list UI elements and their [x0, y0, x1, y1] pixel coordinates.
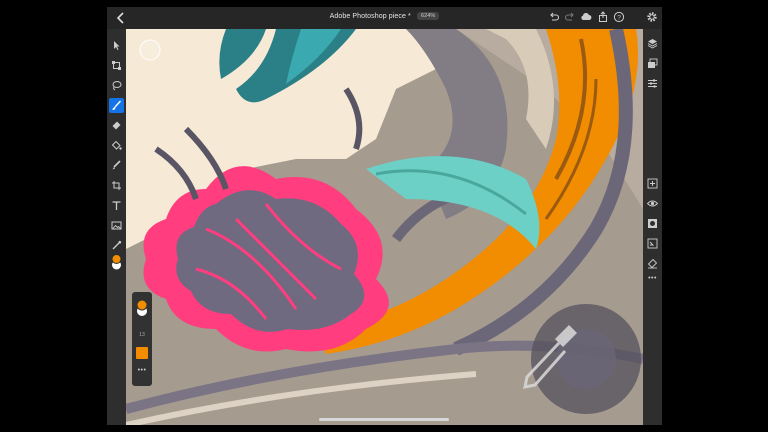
crop-tool[interactable] — [109, 178, 124, 193]
brush-more-icon[interactable]: ••• — [132, 367, 152, 374]
brush-color-pair[interactable] — [135, 298, 149, 318]
image-icon — [111, 221, 122, 230]
help-icon[interactable]: ? — [613, 11, 625, 23]
app-window: Adobe Photoshop piece * 624% ? 13 ••• ••… — [107, 7, 662, 425]
settings-gear-icon[interactable] — [646, 11, 658, 23]
right-toolbar: ••• — [643, 29, 662, 425]
top-bar: Adobe Photoshop piece * 624% ? — [107, 7, 662, 29]
crop-icon — [112, 181, 121, 190]
image-tool[interactable] — [109, 218, 124, 233]
visibility-icon[interactable] — [647, 198, 658, 209]
lasso-tool[interactable] — [109, 78, 124, 93]
eraser-icon — [112, 121, 121, 130]
redo-icon[interactable] — [564, 11, 576, 23]
brush-color-swatch[interactable] — [136, 347, 148, 359]
type-tool[interactable] — [109, 198, 124, 213]
svg-text:?: ? — [617, 14, 621, 21]
move-tool[interactable] — [109, 38, 124, 53]
document-title[interactable]: Adobe Photoshop piece * — [330, 13, 411, 20]
clip-icon[interactable] — [647, 238, 658, 249]
color-swatches[interactable] — [110, 253, 123, 271]
properties-icon[interactable] — [647, 78, 658, 89]
left-toolbar — [107, 29, 126, 425]
fill-tool[interactable] — [109, 138, 124, 153]
eyedropper-icon — [112, 240, 122, 250]
share-icon[interactable] — [597, 11, 609, 23]
document-canvas[interactable] — [126, 29, 643, 425]
add-layer-icon[interactable] — [647, 178, 658, 189]
transform-tool[interactable] — [109, 58, 124, 73]
fill-icon — [111, 140, 122, 150]
brush-icon — [112, 100, 122, 110]
eyedropper-tool[interactable] — [109, 238, 124, 253]
move-icon — [114, 41, 120, 50]
undo-icon[interactable] — [548, 11, 560, 23]
brush-tool[interactable] — [109, 98, 124, 113]
zoom-level-badge[interactable]: 624% — [416, 12, 440, 20]
foreground-color-swatch[interactable] — [111, 254, 122, 264]
type-icon — [112, 201, 121, 210]
smudge-tool[interactable] — [109, 158, 124, 173]
brush-settings-panel: 13 ••• — [132, 292, 152, 386]
document-title-bar: Adobe Photoshop piece * 624% — [107, 12, 662, 20]
clear-icon[interactable] — [647, 258, 658, 269]
smudge-icon — [112, 160, 121, 170]
cloud-icon[interactable] — [580, 11, 592, 23]
brush-size-value[interactable]: 13 — [135, 330, 149, 340]
eraser-tool[interactable] — [109, 118, 124, 133]
lasso-icon — [112, 81, 122, 91]
eyedropper-cursor-icon — [523, 325, 577, 389]
layer-stack-icon[interactable] — [647, 58, 658, 69]
layers-icon[interactable] — [647, 38, 658, 49]
mask-icon[interactable] — [647, 218, 658, 229]
home-indicator[interactable] — [319, 418, 449, 421]
transform-icon — [112, 61, 121, 70]
more-icon[interactable]: ••• — [643, 275, 662, 282]
